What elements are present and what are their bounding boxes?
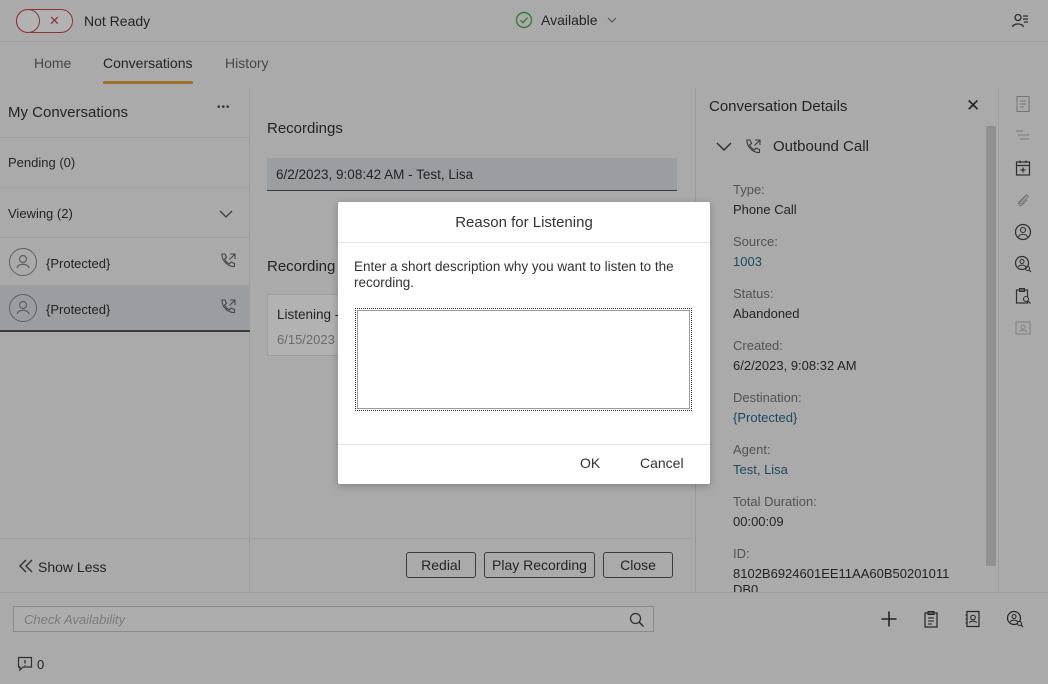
reason-textarea[interactable]	[355, 308, 692, 411]
dialog-title: Reason for Listening	[455, 214, 593, 231]
dialog-divider	[338, 444, 710, 445]
ok-button[interactable]: OK	[580, 455, 600, 471]
reason-for-listening-dialog: Reason for Listening Enter a short descr…	[338, 202, 710, 484]
cancel-button[interactable]: Cancel	[640, 455, 684, 471]
dialog-description: Enter a short description why you want t…	[354, 259, 674, 290]
dialog-divider	[338, 242, 710, 243]
